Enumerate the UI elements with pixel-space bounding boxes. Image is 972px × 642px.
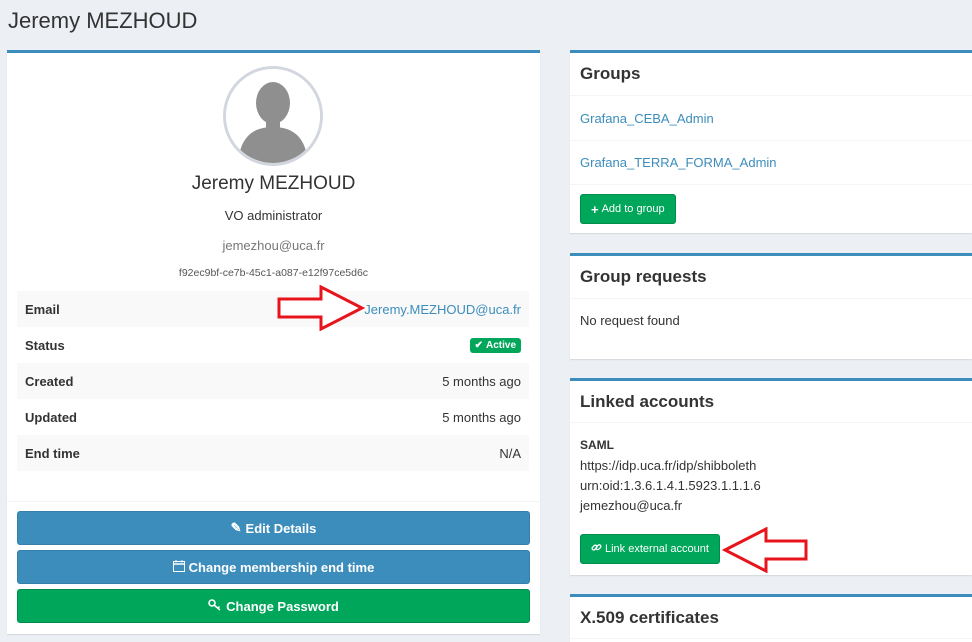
created-label: Created (25, 373, 74, 389)
updated-row: Updated 5 months ago (17, 399, 529, 435)
group-link[interactable]: Grafana_TERRA_FORMA_Admin (580, 155, 777, 170)
profile-name: Jeremy MEZHOUD (191, 173, 356, 194)
key-icon (208, 598, 222, 614)
account-value: jemezhou@uca.fr (580, 498, 683, 513)
status-row: Status ✔ Active (17, 327, 529, 363)
linked-accounts-title: Linked accounts (570, 381, 972, 423)
updated-label: Updated (25, 409, 77, 425)
pencil-icon: ✎ (230, 520, 242, 535)
link-external-account-label: Link external account (605, 543, 709, 555)
email-link[interactable]: Jeremy.MEZHOUD@uca.fr (364, 302, 521, 317)
profile-username: jemezhou@uca.fr (222, 238, 325, 253)
created-row: Created 5 months ago (17, 363, 529, 399)
endtime-value: N/A (499, 445, 521, 461)
plus-icon: + (591, 201, 599, 217)
created-value: 5 months ago (442, 373, 521, 389)
profile-role: VO administrator (224, 208, 323, 223)
profile-info-list: Email Jeremy.MEZHOUD@uca.fr Status ✔ Act… (17, 291, 529, 471)
endtime-label: End time (25, 445, 80, 461)
account-idp: https://idp.uca.fr/idp/shibboleth (580, 458, 757, 473)
profile-uuid: f92ec9bf-ce7b-45c1-a087-e12f97ce5d6c (178, 267, 369, 279)
change-password-label: Change Password (226, 598, 339, 614)
change-password-button[interactable]: Change Password (17, 589, 530, 623)
row-divider (570, 184, 972, 185)
row-divider (570, 140, 972, 141)
avatar (223, 66, 323, 166)
divider (7, 501, 540, 502)
status-badge-text: Active (485, 339, 516, 351)
change-membership-label: Change membership end time (188, 559, 375, 575)
group-requests-title: Group requests (570, 256, 972, 299)
page-title: Jeremy MEZHOUD (8, 8, 198, 33)
groups-title: Groups (570, 53, 972, 96)
add-to-group-label: Add to group (601, 203, 665, 215)
link-external-account-button[interactable]: Link external account (580, 534, 720, 564)
profile-box: Jeremy MEZHOUD VO administrator jemezhou… (7, 50, 540, 634)
status-badge: ✔ Active (469, 337, 521, 353)
group-link[interactable]: Grafana_CEBA_Admin (580, 111, 714, 126)
edit-details-button[interactable]: ✎ Edit Details (17, 511, 530, 545)
groups-box: Groups Grafana_CEBA_Admin Grafana_TERRA_… (570, 50, 972, 233)
no-requests-text: No request found (580, 313, 680, 328)
email-label: Email (25, 301, 60, 317)
check-icon: ✔ (474, 339, 483, 351)
add-to-group-button[interactable]: + Add to group (580, 194, 676, 224)
updated-value: 5 months ago (442, 409, 521, 425)
calendar-icon (172, 559, 185, 575)
certificates-title: X.509 certificates (570, 597, 972, 639)
endtime-row: End time N/A (17, 435, 529, 471)
account-attribute: urn:oid:1.3.6.1.4.1.5923.1.1.1.6 (580, 478, 761, 493)
annotation-arrow-email-icon (277, 285, 365, 331)
change-membership-button[interactable]: Change membership end time (17, 550, 530, 584)
account-type: SAML (580, 438, 614, 452)
email-row: Email Jeremy.MEZHOUD@uca.fr (17, 291, 529, 327)
edit-details-label: Edit Details (245, 520, 317, 536)
user-silhouette-icon (226, 69, 320, 163)
link-icon (591, 542, 602, 556)
annotation-arrow-link-icon (722, 527, 808, 573)
certificates-box: X.509 certificates (570, 594, 972, 642)
group-requests-box: Group requests No request found (570, 253, 972, 359)
status-label: Status (25, 337, 65, 353)
